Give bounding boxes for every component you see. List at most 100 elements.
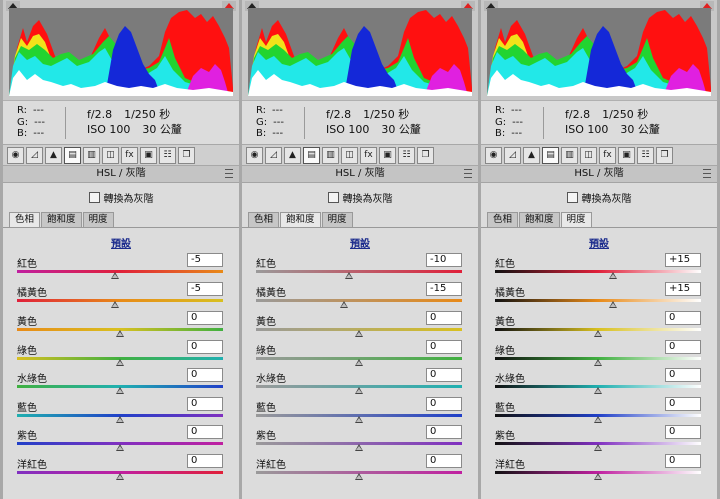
fx-icon[interactable]: fx — [121, 146, 138, 164]
snapshots-icon[interactable]: ❐ — [178, 146, 195, 164]
slider-thumb[interactable] — [594, 473, 602, 480]
slider-value-field[interactable]: 0 — [665, 425, 701, 439]
snapshots-icon[interactable]: ❐ — [417, 146, 434, 164]
tab-hue[interactable]: 色相 — [487, 212, 519, 227]
slider-thumb[interactable] — [594, 444, 602, 451]
snapshots-icon[interactable]: ❐ — [656, 146, 673, 164]
slider-value-field[interactable]: 0 — [665, 368, 701, 382]
tab-luminance[interactable]: 明度 — [321, 212, 353, 227]
slider-track[interactable] — [256, 270, 462, 273]
tone-curve-icon[interactable]: ◿ — [26, 146, 43, 164]
lens-corrections-icon[interactable]: ◫ — [102, 146, 119, 164]
lens-corrections-icon[interactable]: ◫ — [580, 146, 597, 164]
slider-value-field[interactable]: 0 — [665, 311, 701, 325]
slider-value-field[interactable]: 0 — [665, 340, 701, 354]
slider-thumb[interactable] — [355, 330, 363, 337]
slider-thumb[interactable] — [355, 359, 363, 366]
slider-thumb[interactable] — [609, 272, 618, 279]
tab-hue[interactable]: 色相 — [248, 212, 280, 227]
panel-menu-icon[interactable] — [225, 169, 233, 178]
detail-icon[interactable]: ▲ — [45, 146, 62, 164]
fx-icon[interactable]: fx — [360, 146, 377, 164]
slider-value-field[interactable]: +15 — [665, 253, 701, 267]
preset-default-link[interactable]: 預設 — [481, 235, 717, 250]
basic-icon[interactable]: ◉ — [246, 146, 263, 164]
split-toning-icon[interactable]: ▥ — [561, 146, 578, 164]
slider-thumb[interactable] — [116, 416, 124, 423]
slider-thumb[interactable] — [594, 359, 602, 366]
convert-grayscale-checkbox[interactable] — [566, 192, 578, 203]
slider-value-field[interactable]: 0 — [187, 397, 223, 411]
tab-luminance[interactable]: 明度 — [560, 212, 592, 228]
slider-value-field[interactable]: 0 — [426, 397, 462, 411]
split-toning-icon[interactable]: ▥ — [83, 146, 100, 164]
panel-menu-icon[interactable] — [703, 169, 711, 178]
slider-thumb[interactable] — [355, 473, 363, 480]
slider-thumb[interactable] — [609, 301, 618, 308]
fx-icon[interactable]: fx — [599, 146, 616, 164]
tab-luminance[interactable]: 明度 — [82, 212, 114, 227]
slider-track[interactable] — [495, 270, 701, 273]
slider-value-field[interactable]: 0 — [426, 311, 462, 325]
slider-thumb[interactable] — [594, 416, 602, 423]
panel-menu-icon[interactable] — [464, 169, 472, 178]
slider-thumb[interactable] — [116, 473, 124, 480]
slider-value-field[interactable]: -5 — [187, 282, 223, 296]
slider-track[interactable] — [17, 299, 223, 302]
slider-thumb[interactable] — [355, 416, 363, 423]
preset-default-link[interactable]: 預設 — [3, 235, 239, 250]
slider-thumb[interactable] — [594, 387, 602, 394]
basic-icon[interactable]: ◉ — [485, 146, 502, 164]
convert-grayscale-option[interactable]: 轉換為灰階 — [3, 190, 239, 205]
basic-icon[interactable]: ◉ — [7, 146, 24, 164]
slider-thumb[interactable] — [594, 330, 602, 337]
camera-calibration-icon[interactable]: ▣ — [140, 146, 157, 164]
detail-icon[interactable]: ▲ — [523, 146, 540, 164]
slider-value-field[interactable]: 0 — [426, 368, 462, 382]
slider-thumb[interactable] — [355, 387, 363, 394]
slider-value-field[interactable]: -5 — [187, 253, 223, 267]
slider-thumb[interactable] — [116, 359, 124, 366]
slider-track[interactable] — [256, 299, 462, 302]
hsl-icon[interactable]: ▤ — [64, 146, 81, 164]
camera-calibration-icon[interactable]: ▣ — [618, 146, 635, 164]
slider-value-field[interactable]: 0 — [426, 340, 462, 354]
slider-value-field[interactable]: 0 — [665, 454, 701, 468]
preset-default-link[interactable]: 預設 — [242, 235, 478, 250]
slider-value-field[interactable]: 0 — [426, 425, 462, 439]
slider-value-field[interactable]: -15 — [426, 282, 462, 296]
convert-grayscale-checkbox[interactable] — [327, 192, 339, 203]
slider-thumb[interactable] — [116, 387, 124, 394]
slider-value-field[interactable]: -10 — [426, 253, 462, 267]
slider-track[interactable] — [17, 270, 223, 273]
lens-corrections-icon[interactable]: ◫ — [341, 146, 358, 164]
presets-icon[interactable]: ☷ — [159, 146, 176, 164]
slider-thumb[interactable] — [344, 272, 353, 279]
split-toning-icon[interactable]: ▥ — [322, 146, 339, 164]
tab-saturation[interactable]: 飽和度 — [280, 212, 321, 228]
tab-saturation[interactable]: 飽和度 — [519, 212, 560, 227]
tab-hue[interactable]: 色相 — [9, 212, 41, 228]
slider-thumb[interactable] — [116, 330, 124, 337]
convert-grayscale-checkbox[interactable] — [88, 192, 100, 203]
convert-grayscale-option[interactable]: 轉換為灰階 — [242, 190, 478, 205]
slider-value-field[interactable]: 0 — [426, 454, 462, 468]
slider-value-field[interactable]: 0 — [187, 368, 223, 382]
slider-thumb[interactable] — [355, 444, 363, 451]
slider-thumb[interactable] — [339, 301, 348, 308]
tone-curve-icon[interactable]: ◿ — [504, 146, 521, 164]
hsl-icon[interactable]: ▤ — [542, 146, 559, 164]
camera-calibration-icon[interactable]: ▣ — [379, 146, 396, 164]
slider-thumb[interactable] — [116, 444, 124, 451]
hsl-icon[interactable]: ▤ — [303, 146, 320, 164]
presets-icon[interactable]: ☷ — [398, 146, 415, 164]
presets-icon[interactable]: ☷ — [637, 146, 654, 164]
slider-value-field[interactable]: 0 — [187, 454, 223, 468]
slider-thumb[interactable] — [110, 272, 119, 279]
slider-value-field[interactable]: 0 — [187, 311, 223, 325]
tone-curve-icon[interactable]: ◿ — [265, 146, 282, 164]
detail-icon[interactable]: ▲ — [284, 146, 301, 164]
slider-track[interactable] — [495, 299, 701, 302]
slider-value-field[interactable]: 0 — [187, 340, 223, 354]
slider-thumb[interactable] — [110, 301, 119, 308]
